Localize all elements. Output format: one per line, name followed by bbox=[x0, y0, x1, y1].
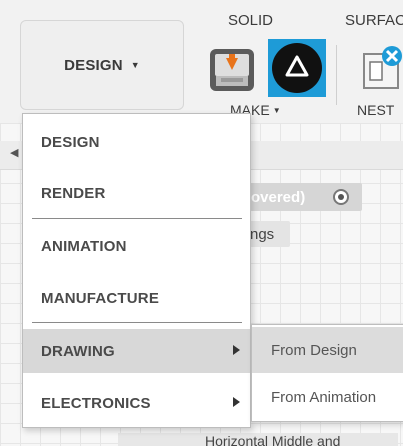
menu-item-manufacture[interactable]: MANUFACTURE bbox=[23, 276, 250, 320]
browser-row-label: overed) bbox=[251, 189, 306, 206]
caret-down-icon: ▼ bbox=[272, 106, 281, 115]
submenu-item-label: From Animation bbox=[271, 388, 377, 406]
menu-item-label: MANUFACTURE bbox=[41, 289, 160, 307]
menu-divider bbox=[32, 218, 242, 219]
menu-item-label: DESIGN bbox=[41, 133, 100, 151]
tab-surface[interactable]: SURFAC bbox=[345, 12, 403, 29]
menu-item-render[interactable]: RENDER bbox=[23, 171, 250, 215]
toolbar: DESIGN ▼ SOLID SURFAC MAKE ▼ NEST bbox=[0, 0, 403, 123]
menu-item-label: RENDER bbox=[41, 184, 106, 202]
browser-row-label: ngs bbox=[250, 226, 275, 243]
collapse-arrow-icon[interactable]: ◀ bbox=[10, 146, 18, 159]
timeline-row-label: Horizontal Middle and bbox=[205, 434, 341, 446]
workspace-switcher-label: DESIGN bbox=[64, 56, 123, 74]
radio-icon[interactable] bbox=[333, 189, 349, 205]
toolbar-divider bbox=[336, 45, 337, 105]
submenu-arrow-icon bbox=[233, 345, 240, 355]
menu-item-label: ELECTRONICS bbox=[41, 394, 151, 412]
3d-print-icon[interactable] bbox=[207, 45, 259, 95]
menu-item-electronics[interactable]: ELECTRONICS bbox=[23, 381, 250, 425]
menu-item-animation[interactable]: ANIMATION bbox=[23, 224, 250, 268]
workspace-menu: DESIGN RENDER ANIMATION MANUFACTURE DRAW… bbox=[22, 113, 251, 428]
nest-arrange-icon[interactable] bbox=[360, 44, 403, 94]
nest-dropdown[interactable]: NEST bbox=[357, 102, 394, 118]
delta-app-icon[interactable] bbox=[268, 39, 326, 97]
submenu-item-from-design[interactable]: From Design bbox=[252, 327, 403, 373]
tab-solid[interactable]: SOLID bbox=[228, 12, 273, 29]
caret-down-icon: ▼ bbox=[130, 60, 140, 70]
menu-divider bbox=[32, 322, 242, 323]
menu-item-drawing[interactable]: DRAWING bbox=[23, 329, 250, 373]
workspace-switcher-button[interactable]: DESIGN ▼ bbox=[20, 20, 184, 110]
menu-item-label: ANIMATION bbox=[41, 237, 127, 255]
submenu-item-from-animation[interactable]: From Animation bbox=[252, 374, 403, 420]
submenu-item-label: From Design bbox=[271, 341, 357, 359]
drawing-submenu: From Design From Animation bbox=[251, 324, 403, 422]
menu-item-label: DRAWING bbox=[41, 342, 115, 360]
menu-item-design[interactable]: DESIGN bbox=[23, 120, 250, 164]
submenu-arrow-icon bbox=[233, 397, 240, 407]
